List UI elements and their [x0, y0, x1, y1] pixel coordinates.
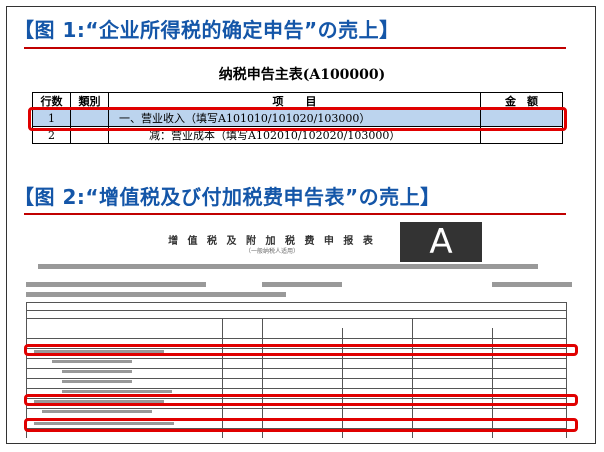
figure1-underline	[24, 47, 566, 49]
form-text-line	[38, 264, 538, 269]
form-text-line	[262, 282, 342, 287]
figure1-heading: 【图 1:“企业所得税的确定申告”の売上】	[14, 18, 400, 42]
form-rule	[26, 358, 566, 359]
highlight-outline	[24, 344, 578, 356]
form-rule	[26, 388, 566, 389]
form-rule	[26, 408, 566, 409]
table-title: 纳税申告主表(A100000)	[218, 67, 386, 83]
form-text-line	[62, 390, 172, 393]
figure2-heading: 【图 2:“增值税及び付加税费申告表”の売上】	[14, 185, 441, 209]
form-text-line	[492, 282, 572, 287]
form-rule	[26, 338, 566, 339]
form-rule	[26, 368, 566, 369]
figure2-underline	[24, 213, 566, 215]
form-text-line	[62, 380, 132, 383]
highlight-outline	[24, 418, 578, 432]
form-text-line	[62, 370, 132, 373]
form-text-line	[52, 360, 132, 363]
highlight-outline	[28, 107, 567, 131]
form-rule	[26, 310, 566, 311]
highlight-outline	[24, 394, 578, 406]
vat-form-image: 增 值 税 及 附 加 税 费 申 报 表 （一般纳税人适用） A	[22, 222, 582, 442]
form-text-line	[26, 292, 286, 297]
form-rule	[26, 378, 566, 379]
form-text-line	[42, 410, 152, 413]
form-text-line	[26, 282, 206, 287]
form-rule	[26, 318, 566, 319]
form-rule	[26, 302, 566, 303]
watermark-box: A	[400, 222, 482, 262]
